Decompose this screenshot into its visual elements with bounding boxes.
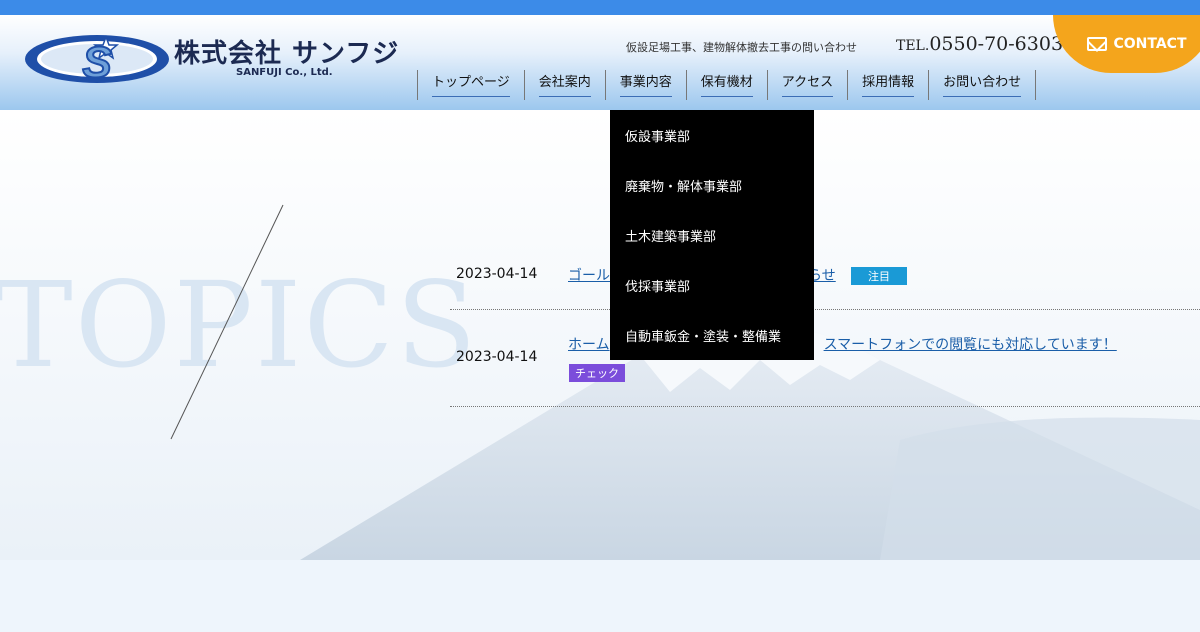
site-logo[interactable]: S 株式会社 サンフジ SANFUJI Co., Ltd. <box>24 31 404 101</box>
news-title-end: スマートフォンでの閲覧にも対応しています！ <box>823 337 1117 353</box>
nav-label: 会社案内 <box>538 74 591 97</box>
nav-item-access[interactable]: アクセス <box>768 70 849 100</box>
footer-band <box>0 560 1200 632</box>
business-dropdown-menu: 仮設事業部 廃棄物・解体事業部 土木建築事業部 伐採事業部 自動車鈑金・塗装・整… <box>610 110 814 360</box>
nav-item-contact[interactable]: お問い合わせ <box>929 70 1037 100</box>
news-title-start: ゴール <box>568 268 610 284</box>
dropdown-item-logging[interactable]: 伐採事業部 <box>610 260 814 310</box>
dropdown-item-civil[interactable]: 土木建築事業部 <box>610 210 814 260</box>
news-date: 2023-04-14 <box>456 349 538 365</box>
nav-item-equipment[interactable]: 保有機材 <box>687 70 768 100</box>
logo-mark-icon: S <box>25 34 169 87</box>
site-header: S 株式会社 サンフジ SANFUJI Co., Ltd. 仮設足場工事、建物解… <box>0 15 1200 110</box>
badge-check: チェック <box>569 364 625 382</box>
company-name-en: SANFUJI Co., Ltd. <box>236 67 333 78</box>
nav-label: アクセス <box>781 74 834 97</box>
contact-description: 仮設足場工事、建物解体撤去工事の問い合わせ <box>626 41 857 54</box>
phone-number[interactable]: TEL.0550-70-6303 <box>896 33 1063 55</box>
dropdown-item-auto[interactable]: 自動車鈑金・塗装・整備業 <box>610 310 814 360</box>
news-item: 2023-04-14 ゴール らせ 注目 <box>450 250 1200 310</box>
contact-button-label: CONTACT <box>1113 36 1187 52</box>
nav-item-company[interactable]: 会社案内 <box>525 70 606 100</box>
top-accent-bar <box>0 0 1200 15</box>
contact-button[interactable]: CONTACT <box>1053 15 1200 73</box>
company-name: 株式会社 サンフジ <box>174 39 400 69</box>
badge-featured: 注目 <box>851 267 907 285</box>
dropdown-item-temporary[interactable]: 仮設事業部 <box>610 110 814 160</box>
news-item: 2023-04-14 ホーム スマートフォンでの閲覧にも対応しています！ チェック <box>450 310 1200 407</box>
news-date: 2023-04-14 <box>456 266 538 282</box>
dropdown-item-demolition[interactable]: 廃棄物・解体事業部 <box>610 160 814 210</box>
nav-label: お問い合わせ <box>943 74 1022 97</box>
main-content: TOPICS 2023-04-14 ゴール らせ 注目 2023-04-14 ホー… <box>0 110 1200 560</box>
nav-item-recruit[interactable]: 採用情報 <box>848 70 930 100</box>
nav-label: トップページ <box>432 74 510 97</box>
decorative-slash-line <box>170 204 284 440</box>
nav-label: 保有機材 <box>700 74 753 97</box>
nav-label: 採用情報 <box>862 74 915 97</box>
tel-label: TEL. <box>896 38 930 54</box>
mail-icon <box>1087 37 1108 51</box>
logo-letter: S <box>82 38 111 87</box>
tel-number: 0550-70-6303 <box>929 33 1064 55</box>
nav-label: 事業内容 <box>619 74 672 97</box>
nav-item-top[interactable]: トップページ <box>418 70 525 100</box>
news-title-start: ホーム <box>568 337 610 353</box>
main-nav: トップページ 会社案内 事業内容 保有機材 アクセス 採用情報 お問い合わせ <box>417 70 1037 100</box>
nav-item-business[interactable]: 事業内容 <box>606 70 687 100</box>
